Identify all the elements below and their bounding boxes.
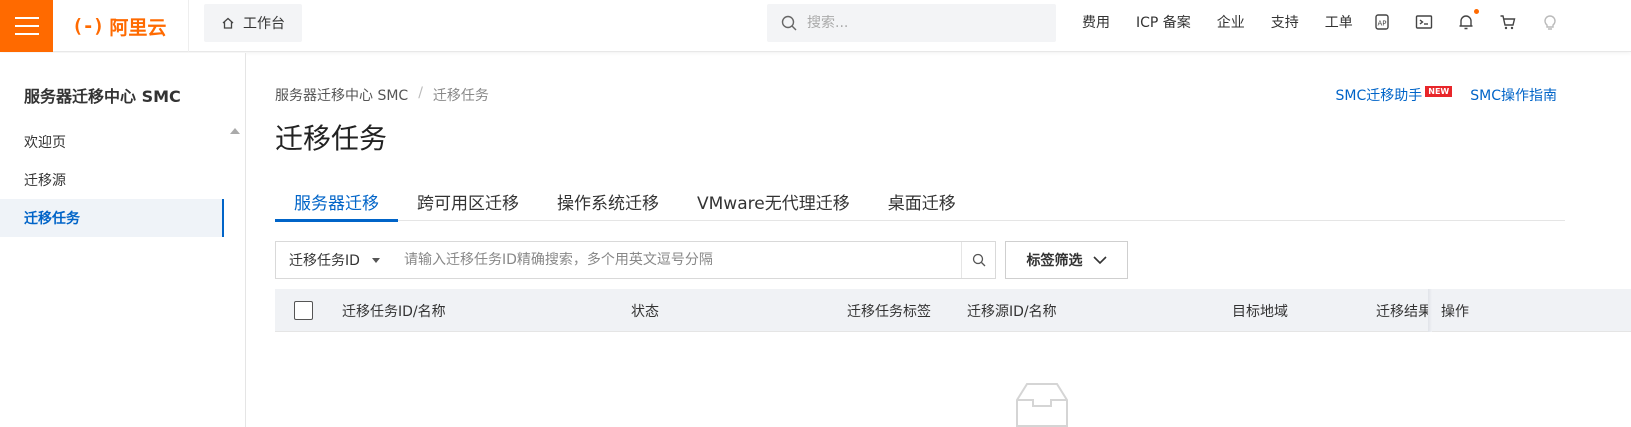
new-badge: NEW [1425, 86, 1453, 97]
column-header-result[interactable]: 迁移结果 [1376, 289, 1432, 332]
smc-guide-label: SMC操作指南 [1470, 88, 1557, 104]
search-icon [781, 15, 797, 31]
terminal-icon[interactable] [1414, 12, 1434, 32]
breadcrumb-separator: / [418, 85, 423, 101]
divider [188, 0, 189, 52]
column-header-target-region[interactable]: 目标地域 [1232, 289, 1288, 332]
top-bar: (-) 阿里云 工作台 费用 ICP 备案 企业 支持 工单 AP [0, 0, 1631, 52]
home-icon [222, 17, 234, 29]
sidebar-item-label: 欢迎页 [24, 135, 66, 151]
workbench-button[interactable]: 工作台 [204, 4, 302, 42]
tab-cross-zone-migration[interactable]: 跨可用区迁移 [398, 181, 538, 221]
top-nav: 费用 ICP 备案 企业 支持 工单 [1082, 0, 1379, 44]
scroll-up-icon[interactable] [230, 128, 240, 134]
sidebar-item-migration-task[interactable]: 迁移任务 [0, 199, 224, 237]
column-header-status[interactable]: 状态 [631, 289, 659, 332]
global-search[interactable] [767, 4, 1056, 42]
select-all-checkbox[interactable] [294, 301, 313, 320]
nav-ticket[interactable]: 工单 [1325, 12, 1353, 32]
task-search-bar: 迁移任务ID [275, 241, 996, 279]
sidebar-title: 服务器迁移中心 SMC [24, 87, 181, 106]
nav-billing[interactable]: 费用 [1082, 12, 1110, 32]
top-icons: AP [1372, 0, 1560, 44]
bell-icon[interactable] [1456, 9, 1479, 32]
column-header-actions: 操作 [1441, 303, 1469, 320]
search-icon [972, 253, 985, 267]
sidebar-item-label: 迁移任务 [24, 211, 80, 227]
tag-filter-button[interactable]: 标签筛选 [1005, 241, 1128, 279]
task-search-input[interactable] [394, 242, 961, 278]
app-icon[interactable]: AP [1372, 12, 1392, 32]
column-divider [1428, 289, 1432, 332]
workbench-label: 工作台 [243, 16, 285, 32]
search-field-value: 迁移任务ID [289, 253, 360, 269]
chevron-down-icon [1092, 255, 1107, 264]
aliyun-logo[interactable]: (-) 阿里云 [72, 11, 166, 41]
empty-box-icon [1016, 383, 1068, 427]
sidebar-scrollbar[interactable] [226, 123, 244, 427]
table-header: 迁移任务ID/名称 状态 迁移任务标签 迁移源ID/名称 目标地域 迁移结果 操… [275, 289, 1631, 332]
menu-icon[interactable] [0, 0, 53, 52]
sidebar: 服务器迁移中心 SMC 欢迎页 迁移源 迁移任务 [0, 53, 246, 427]
smc-guide-link[interactable]: SMC操作指南 [1470, 85, 1557, 105]
search-input[interactable] [807, 15, 1027, 31]
smc-assistant-link[interactable]: SMC迁移助手 NEW [1336, 85, 1453, 105]
logo-mark: (-) [72, 15, 104, 37]
tab-vmware-agentless-migration[interactable]: VMware无代理迁移 [678, 181, 869, 221]
tab-desktop-migration[interactable]: 桌面迁移 [869, 181, 975, 221]
search-button[interactable] [961, 242, 995, 278]
tag-filter-label: 标签筛选 [1026, 253, 1083, 269]
caret-down-icon [372, 257, 380, 263]
tab-server-migration[interactable]: 服务器迁移 [275, 181, 398, 222]
sidebar-item-welcome[interactable]: 欢迎页 [0, 123, 224, 161]
breadcrumb-root[interactable]: 服务器迁移中心 SMC [275, 85, 408, 105]
column-header-source[interactable]: 迁移源ID/名称 [967, 289, 1057, 332]
main-content: 服务器迁移中心 SMC / 迁移任务 SMC迁移助手 NEW SMC操作指南 迁… [247, 53, 1631, 427]
column-header-task-id[interactable]: 迁移任务ID/名称 [342, 289, 446, 332]
sidebar-item-migration-source[interactable]: 迁移源 [0, 161, 224, 199]
search-field-select[interactable]: 迁移任务ID [276, 242, 394, 278]
tab-bar: 服务器迁移 跨可用区迁移 操作系统迁移 VMware无代理迁移 桌面迁移 [275, 181, 1565, 222]
nav-enterprise[interactable]: 企业 [1217, 12, 1245, 32]
tab-os-migration[interactable]: 操作系统迁移 [538, 181, 678, 221]
bulb-icon[interactable] [1540, 12, 1560, 32]
notification-dot [1474, 9, 1479, 14]
page-title: 迁移任务 [275, 122, 388, 155]
breadcrumb-current: 迁移任务 [432, 88, 489, 104]
column-header-task-tags[interactable]: 迁移任务标签 [847, 289, 931, 332]
smc-assistant-label: SMC迁移助手 [1335, 88, 1423, 104]
svg-text:AP: AP [1377, 20, 1386, 28]
cart-icon[interactable] [1498, 12, 1518, 32]
breadcrumb: 服务器迁移中心 SMC / 迁移任务 [275, 85, 489, 105]
nav-support[interactable]: 支持 [1271, 12, 1299, 32]
nav-icp[interactable]: ICP 备案 [1136, 12, 1191, 32]
sidebar-item-label: 迁移源 [24, 173, 66, 189]
help-links: SMC迁移助手 NEW SMC操作指南 [1336, 85, 1557, 105]
logo-text: 阿里云 [109, 16, 167, 39]
